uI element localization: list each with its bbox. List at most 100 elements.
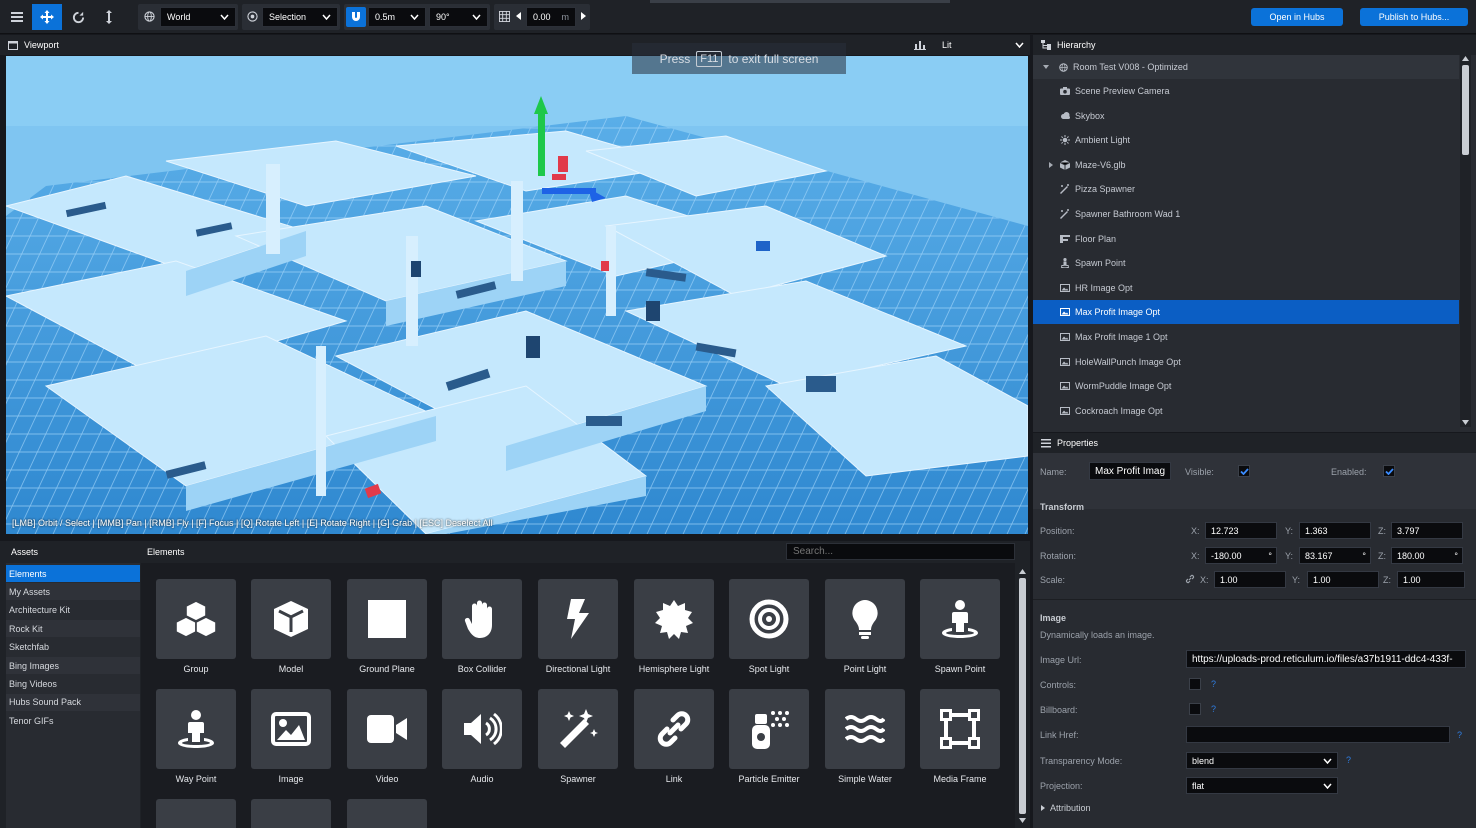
asset-source-item[interactable]: Architecture Kit xyxy=(6,602,140,619)
transparency-help-icon[interactable]: ? xyxy=(1346,755,1351,765)
hierarchy-item[interactable]: Scene Preview Camera xyxy=(1033,79,1459,103)
snap-toggle-magnet-icon[interactable] xyxy=(346,7,366,27)
element-tile[interactable] xyxy=(538,689,618,769)
render-mode-select[interactable]: Lit xyxy=(934,37,1024,53)
scale-tool-icon[interactable] xyxy=(94,4,124,30)
element-tile[interactable] xyxy=(729,689,809,769)
element-tile[interactable] xyxy=(251,799,331,828)
element-tile[interactable] xyxy=(538,579,618,659)
caret-down-icon[interactable] xyxy=(1043,65,1049,69)
scroll-down-icon[interactable] xyxy=(1019,818,1026,823)
hierarchy-scroll-thumb[interactable] xyxy=(1462,65,1469,155)
controls-help-icon[interactable]: ? xyxy=(1211,679,1216,689)
scroll-up-icon[interactable] xyxy=(1462,56,1469,61)
grid-increase-icon[interactable] xyxy=(581,12,586,20)
asset-source-item[interactable]: Sketchfab xyxy=(6,639,140,656)
rotation-y-input[interactable]: 83.167 ° xyxy=(1299,547,1371,564)
element-tile[interactable] xyxy=(347,799,427,828)
position-z-input[interactable]: 3.797 xyxy=(1391,522,1463,539)
grid-decrease-icon[interactable] xyxy=(516,12,521,20)
scroll-up-icon[interactable] xyxy=(1019,569,1026,574)
asset-source-item[interactable]: My Assets xyxy=(6,583,140,601)
element-tile[interactable] xyxy=(729,579,809,659)
asset-source-item[interactable]: Bing Videos xyxy=(6,675,140,692)
rotation-z-input[interactable]: 180.00 ° xyxy=(1391,547,1463,564)
element-tile[interactable] xyxy=(156,579,236,659)
element-tile[interactable] xyxy=(634,579,714,659)
hierarchy-item[interactable]: Skybox xyxy=(1033,104,1459,128)
image-icon xyxy=(1059,357,1071,366)
link-href-help-icon[interactable]: ? xyxy=(1457,730,1462,740)
visible-checkbox[interactable] xyxy=(1238,465,1250,477)
rotate-tool-icon[interactable] xyxy=(63,4,93,30)
hierarchy-item[interactable]: Floor Plan xyxy=(1033,227,1459,251)
transform-space-select[interactable]: World xyxy=(160,7,236,27)
element-tile[interactable] xyxy=(442,689,522,769)
hierarchy-item[interactable]: Max Profit Image 1 Opt xyxy=(1033,325,1459,349)
scale-z-input[interactable]: 1.00 xyxy=(1397,571,1465,588)
element-tile[interactable] xyxy=(825,579,905,659)
element-tile[interactable] xyxy=(825,689,905,769)
element-tile[interactable] xyxy=(156,689,236,769)
attribution-toggle[interactable]: Attribution xyxy=(1041,803,1091,813)
elements-scroll-track[interactable] xyxy=(1017,564,1028,828)
enabled-checkbox[interactable] xyxy=(1383,465,1395,477)
image-url-input[interactable]: https://uploads-prod.reticulum.io/files/… xyxy=(1186,650,1466,668)
controls-checkbox[interactable] xyxy=(1189,678,1201,690)
elements-scroll-thumb[interactable] xyxy=(1019,578,1026,814)
menu-icon[interactable] xyxy=(2,4,32,30)
rotate-snap-select[interactable]: 90° xyxy=(429,7,488,27)
hierarchy-item[interactable]: Spawner Bathroom Wad 1 xyxy=(1033,202,1459,226)
element-tile[interactable] xyxy=(347,689,427,769)
hierarchy-root[interactable]: Room Test V008 - Optimized xyxy=(1033,55,1459,79)
hierarchy-item[interactable]: Max Profit Image Opt xyxy=(1033,300,1459,325)
asset-source-item[interactable]: Bing Images xyxy=(6,657,140,674)
position-y-input[interactable]: 1.363 xyxy=(1299,522,1371,539)
element-tile[interactable] xyxy=(251,689,331,769)
scroll-down-icon[interactable] xyxy=(1462,420,1469,425)
transform-space-value: World xyxy=(167,12,191,22)
hierarchy-scroll-track[interactable] xyxy=(1460,55,1471,427)
element-tile[interactable] xyxy=(920,689,1000,769)
open-in-hubs-button[interactable]: Open in Hubs xyxy=(1251,8,1343,26)
element-tile[interactable] xyxy=(920,579,1000,659)
element-tile[interactable] xyxy=(156,799,236,828)
asset-source-item[interactable]: Hubs Sound Pack xyxy=(6,693,140,711)
caret-right-icon[interactable] xyxy=(1049,161,1053,168)
scale-y-input[interactable]: 1.00 xyxy=(1307,571,1379,588)
projection-select[interactable]: flat xyxy=(1186,777,1338,794)
billboard-help-icon[interactable]: ? xyxy=(1211,704,1216,714)
transparency-select[interactable]: blend xyxy=(1186,752,1338,769)
translate-tool-icon[interactable] xyxy=(32,4,62,30)
link-icon[interactable] xyxy=(1185,574,1195,584)
translate-snap-select[interactable]: 0.5m xyxy=(368,7,426,27)
viewport-canvas[interactable] xyxy=(6,56,1028,534)
publish-to-hubs-button[interactable]: Publish to Hubs... xyxy=(1360,8,1468,26)
hierarchy-item[interactable]: Cockroach Image Opt xyxy=(1033,399,1459,423)
render-stats-icon[interactable] xyxy=(914,40,926,50)
element-tile[interactable] xyxy=(442,579,522,659)
hierarchy-item[interactable]: Ambient Light xyxy=(1033,128,1459,152)
asset-source-item[interactable]: Tenor GIFs xyxy=(6,712,140,729)
scale-x-input[interactable]: 1.00 xyxy=(1214,571,1286,588)
pivot-select[interactable]: Selection xyxy=(262,7,338,27)
name-input[interactable]: Max Profit Imag xyxy=(1089,462,1171,480)
hierarchy-item[interactable]: Pizza Spawner xyxy=(1033,177,1459,201)
asset-source-item[interactable]: Rock Kit xyxy=(6,620,140,638)
element-tile[interactable] xyxy=(251,579,331,659)
hierarchy-item[interactable]: HoleWallPunch Image Opt xyxy=(1033,350,1459,374)
hierarchy-item[interactable]: Maze-V6.glb xyxy=(1033,153,1459,177)
hierarchy-item[interactable]: Spawn Point xyxy=(1033,251,1459,275)
grid-height-input[interactable]: 0.00 m xyxy=(526,7,576,27)
asset-search-input[interactable] xyxy=(786,543,1015,560)
asset-source-item[interactable]: Elements xyxy=(6,565,140,582)
hierarchy-item[interactable]: WormPuddle Image Opt xyxy=(1033,374,1459,398)
element-tile[interactable] xyxy=(634,689,714,769)
rotation-x-input[interactable]: -180.00 ° xyxy=(1205,547,1277,564)
hierarchy-item[interactable]: HR Image Opt xyxy=(1033,276,1459,300)
position-x-input[interactable]: 12.723 xyxy=(1205,522,1277,539)
billboard-checkbox[interactable] xyxy=(1189,703,1201,715)
link-href-input[interactable] xyxy=(1186,726,1450,743)
element-tile[interactable] xyxy=(347,579,427,659)
position-label: Position: xyxy=(1040,526,1075,536)
